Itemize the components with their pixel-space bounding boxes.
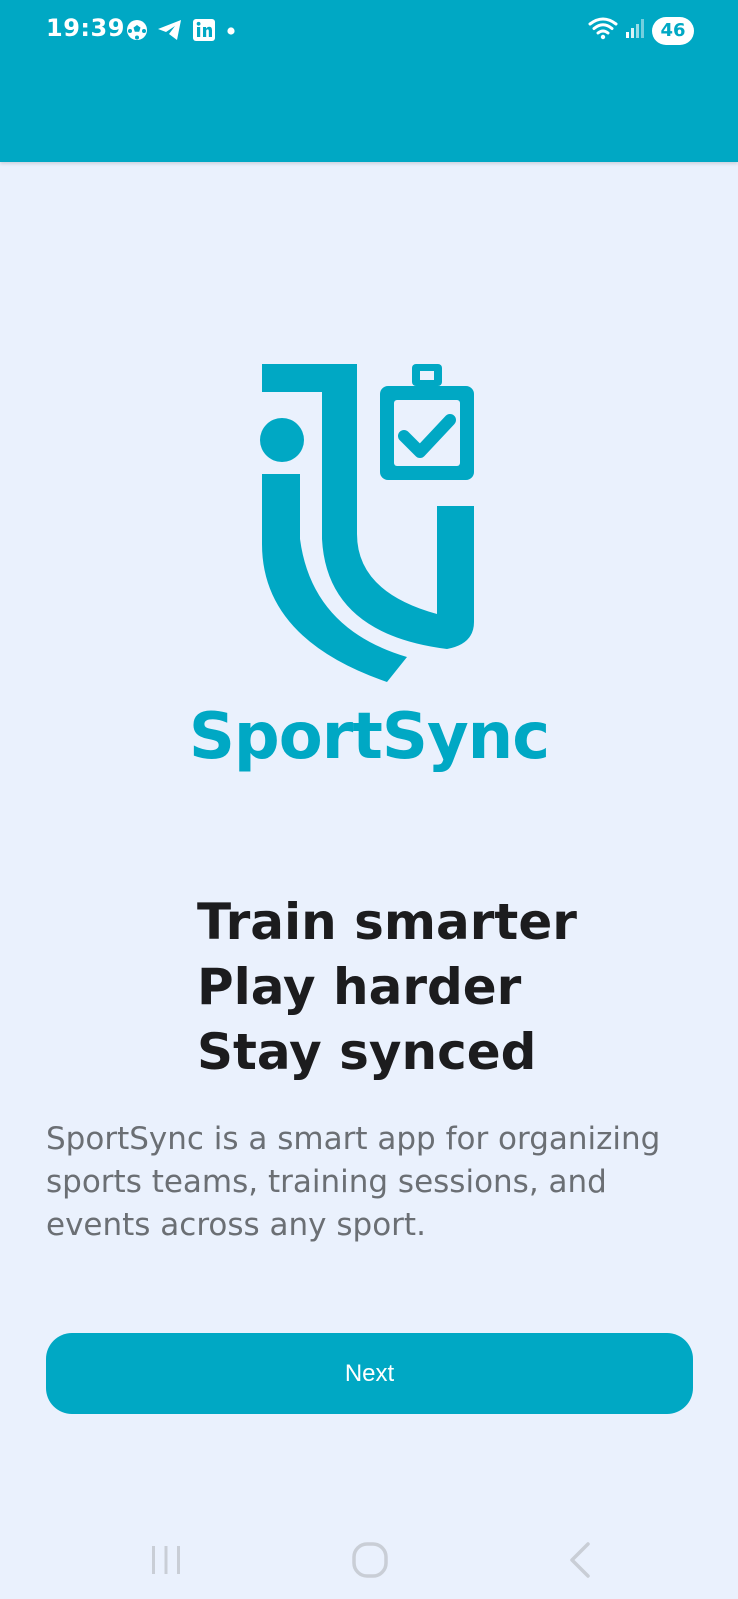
- tagline-line-1: Train smarter: [197, 893, 577, 951]
- dot-icon: [225, 24, 237, 42]
- home-icon: [350, 1540, 390, 1585]
- back-icon: [564, 1540, 596, 1585]
- back-button[interactable]: [552, 1534, 608, 1590]
- status-time: 19:39: [46, 14, 125, 42]
- wifi-icon: [588, 16, 618, 45]
- home-button[interactable]: [342, 1534, 398, 1590]
- next-button[interactable]: Next: [46, 1333, 693, 1414]
- battery-indicator: 46: [652, 16, 694, 45]
- signal-icon: [624, 17, 646, 44]
- system-status-icons: 46: [588, 16, 694, 45]
- app-description: SportSync is a smart app for organizing …: [46, 1121, 661, 1243]
- soccer-ball-icon: [126, 19, 148, 46]
- brand-wordmark: SportSync: [188, 700, 550, 774]
- tagline-line-3: Stay synced: [197, 1023, 537, 1081]
- notification-icons: [126, 18, 237, 47]
- sportsync-logo: [182, 364, 562, 694]
- system-navigation-bar: [0, 1520, 738, 1599]
- recent-apps-icon: [148, 1544, 184, 1581]
- tagline: Train smarter Play harder Stay synced: [197, 890, 577, 1085]
- telegram-icon: [157, 19, 183, 46]
- recent-apps-button[interactable]: [138, 1534, 194, 1590]
- status-bar: 19:39 46: [0, 0, 738, 162]
- linkedin-icon: [192, 18, 216, 47]
- tagline-line-2: Play harder: [197, 958, 522, 1016]
- shield-logo-icon: [260, 364, 474, 682]
